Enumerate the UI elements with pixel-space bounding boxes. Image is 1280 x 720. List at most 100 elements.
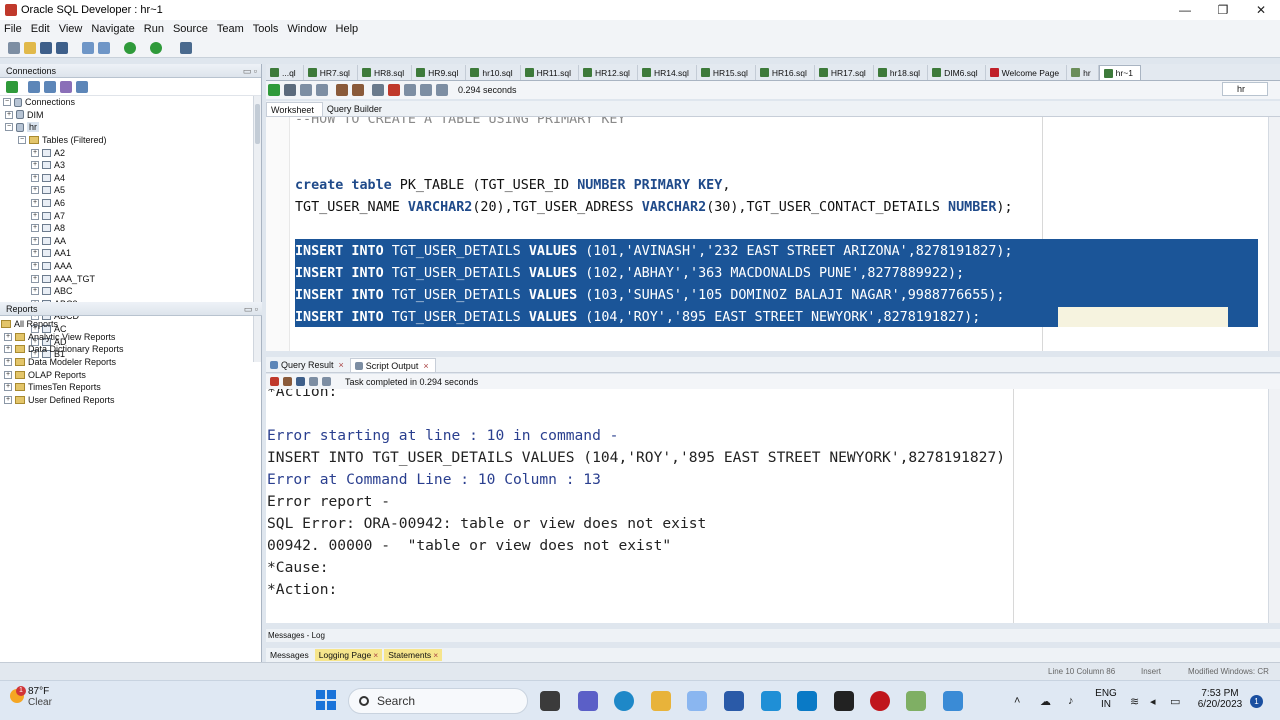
filter-icon[interactable]	[44, 80, 56, 93]
run-script-icon[interactable]	[284, 84, 296, 96]
report-item[interactable]: All Reports	[0, 318, 262, 331]
expand-icon[interactable]: +	[31, 224, 39, 233]
history-icon[interactable]	[404, 84, 416, 96]
tree-item-table[interactable]: + A8	[0, 222, 261, 235]
tree-item-table[interactable]: + A7	[0, 209, 261, 222]
editor-tab[interactable]: HR17.sql	[815, 65, 874, 80]
expand-icon[interactable]: +	[31, 287, 39, 296]
editor-tab[interactable]: HR16.sql	[756, 65, 815, 80]
tab-query-builder[interactable]: Query Builder	[323, 102, 390, 116]
editor-tab[interactable]: ...ql	[266, 65, 304, 80]
format-icon[interactable]	[420, 84, 432, 96]
menu-source[interactable]: Source	[173, 23, 208, 35]
tree-item-table[interactable]: + AAA	[0, 260, 261, 273]
refresh-icon[interactable]	[28, 80, 40, 93]
store-icon[interactable]	[724, 691, 744, 711]
tree-item-hr[interactable]: − hr	[0, 121, 261, 134]
minimize-button[interactable]: —	[1166, 0, 1204, 20]
schema-browser-icon[interactable]	[60, 80, 72, 93]
file-explorer-icon[interactable]	[651, 691, 671, 711]
report-item[interactable]: + Data Modeler Reports	[0, 356, 262, 369]
connections-icon[interactable]	[180, 41, 192, 54]
menu-window[interactable]: Window	[287, 23, 326, 35]
tree-item-table[interactable]: + A5	[0, 184, 261, 197]
autotrace-icon[interactable]	[300, 84, 312, 96]
commit-icon[interactable]	[336, 84, 348, 96]
tree-item-table[interactable]: + AAA_TGT	[0, 272, 261, 285]
chevron-up-icon[interactable]: ˄	[1014, 695, 1020, 707]
tree-item-table[interactable]: + A6	[0, 197, 261, 210]
tree-item-tables[interactable]: − Tables (Filtered)	[0, 134, 261, 147]
report-item[interactable]: + User Defined Reports	[0, 394, 262, 407]
case-icon[interactable]	[436, 84, 448, 96]
expand-icon[interactable]: +	[31, 186, 39, 195]
tree-item-table[interactable]: + AA1	[0, 247, 261, 260]
pin-icon[interactable]	[270, 377, 279, 386]
battery-icon[interactable]: ▭	[1170, 695, 1180, 708]
save-icon[interactable]	[40, 41, 52, 54]
expand-icon[interactable]: +	[31, 173, 39, 182]
collapse-icon[interactable]: −	[18, 136, 26, 145]
tree-item-table[interactable]: + AA	[0, 235, 261, 248]
record-icon[interactable]	[870, 691, 890, 711]
sql-editor[interactable]: --HOW TO CREATE A TABLE USING PRIMARY KE…	[266, 117, 1268, 351]
expand-icon[interactable]: +	[4, 332, 12, 341]
import-icon[interactable]	[76, 80, 88, 93]
editor-tab[interactable]: hr18.sql	[874, 65, 929, 80]
expand-icon[interactable]: +	[4, 358, 12, 367]
teams-icon[interactable]	[578, 691, 598, 711]
menu-navigate[interactable]: Navigate	[91, 23, 134, 35]
editor-tab[interactable]: HR12.sql	[579, 65, 638, 80]
clear-icon[interactable]	[388, 84, 400, 96]
run-statement-icon[interactable]	[268, 84, 280, 96]
tree-item-table[interactable]: + A3	[0, 159, 261, 172]
editor-tab[interactable]: HR14.sql	[638, 65, 697, 80]
scrollbar-thumb[interactable]	[255, 104, 260, 144]
tree-item-table[interactable]: + ABC	[0, 285, 261, 298]
clear-output-icon[interactable]	[283, 377, 292, 386]
expand-icon[interactable]: +	[5, 110, 13, 119]
menu-team[interactable]: Team	[217, 23, 244, 35]
expand-icon[interactable]: +	[31, 236, 39, 245]
volume-icon[interactable]: ◂	[1150, 695, 1156, 708]
expand-icon[interactable]: +	[31, 211, 39, 220]
menu-tools[interactable]: Tools	[253, 23, 279, 35]
collapse-icon[interactable]: −	[5, 123, 13, 132]
pane-controls[interactable]: ▭ ▫	[244, 302, 258, 316]
close-icon[interactable]: ×	[339, 358, 344, 372]
photos-icon[interactable]	[687, 691, 707, 711]
undo-icon[interactable]	[82, 41, 94, 54]
menu-edit[interactable]: Edit	[31, 23, 50, 35]
editor-tab[interactable]: HR9.sql	[412, 65, 467, 80]
expand-icon[interactable]: +	[31, 161, 39, 170]
expand-icon[interactable]: +	[4, 345, 12, 354]
run-icon[interactable]	[124, 41, 136, 54]
l-app-icon[interactable]	[761, 691, 781, 711]
close-icon[interactable]: ×	[433, 650, 438, 660]
microphone-icon[interactable]: ♪	[1068, 695, 1074, 707]
menu-run[interactable]: Run	[144, 23, 164, 35]
tab-logging-page[interactable]: Logging Page ×	[314, 649, 383, 661]
editor-scrollbar[interactable]	[1268, 117, 1280, 351]
menu-view[interactable]: View	[59, 23, 83, 35]
menu-help[interactable]: Help	[336, 23, 359, 35]
tree-item-dim[interactable]: + DIM	[0, 109, 261, 122]
report-item[interactable]: + Analytic View Reports	[0, 331, 262, 344]
print-icon[interactable]	[309, 377, 318, 386]
connection-select[interactable]: hr	[1222, 82, 1268, 96]
notification-badge[interactable]: 1	[1250, 695, 1263, 708]
save-output-icon[interactable]	[296, 377, 305, 386]
script-output[interactable]: *Action: Error starting at line : 10 in …	[266, 389, 1268, 623]
cloud-icon[interactable]: ☁	[1040, 695, 1051, 708]
close-icon[interactable]: ×	[373, 650, 378, 660]
maximize-button[interactable]: ❐	[1204, 0, 1242, 20]
editor-tab[interactable]: DIM6.sql	[928, 65, 986, 80]
outlook-icon[interactable]	[797, 691, 817, 711]
edge-icon[interactable]	[614, 691, 634, 711]
taskbar-search[interactable]: Search	[348, 688, 528, 714]
tree-item-table[interactable]: + A2	[0, 146, 261, 159]
terminal-icon[interactable]	[834, 691, 854, 711]
notepad-icon[interactable]	[943, 691, 963, 711]
open-output-icon[interactable]	[322, 377, 331, 386]
expand-icon[interactable]: +	[4, 395, 12, 404]
